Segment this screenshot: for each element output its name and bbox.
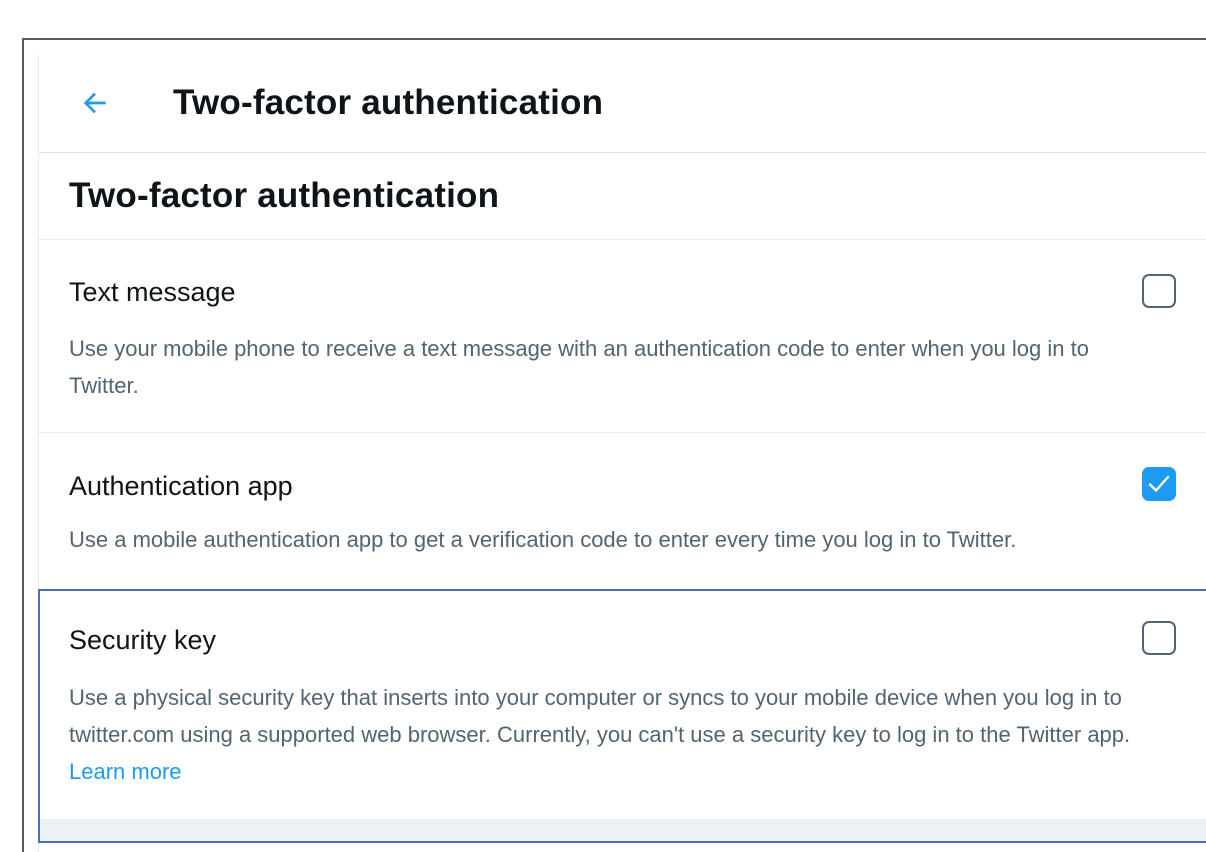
- text-message-checkbox[interactable]: [1142, 274, 1176, 308]
- section-title: Two-factor authentication: [39, 153, 1206, 240]
- option-description: Use your mobile phone to receive a text …: [69, 336, 1089, 398]
- authentication-app-checkbox[interactable]: [1142, 467, 1176, 501]
- app-frame: Two-factor authentication Two-factor aut…: [22, 38, 1206, 852]
- option-label: Text message: [69, 277, 236, 307]
- option-label: Authentication app: [69, 471, 293, 501]
- page-header: Two-factor authentication: [39, 54, 1206, 153]
- option-text-message[interactable]: Text message Use your mobile phone to re…: [39, 240, 1206, 433]
- arrow-left-icon: [83, 92, 106, 114]
- checkmark-icon: [1148, 475, 1170, 492]
- page-title: Two-factor authentication: [173, 83, 604, 122]
- security-key-description-text: Use a physical security key that inserts…: [69, 685, 1131, 747]
- back-button[interactable]: [73, 81, 117, 125]
- option-authentication-app[interactable]: Authentication app Use a mobile authenti…: [39, 433, 1206, 589]
- focus-bottom-border: [38, 841, 1206, 843]
- option-description: Use a mobile authentication app to get a…: [69, 527, 1017, 552]
- option-label: Security key: [69, 625, 217, 655]
- option-description: Use a physical security key that inserts…: [69, 679, 1178, 790]
- footer-strip: [38, 819, 1206, 841]
- learn-more-link[interactable]: Learn more: [69, 759, 182, 784]
- settings-panel: Two-factor authentication Two-factor aut…: [38, 54, 1206, 852]
- option-security-key[interactable]: Security key Use a physical security key…: [38, 589, 1206, 819]
- security-key-checkbox[interactable]: [1142, 621, 1176, 655]
